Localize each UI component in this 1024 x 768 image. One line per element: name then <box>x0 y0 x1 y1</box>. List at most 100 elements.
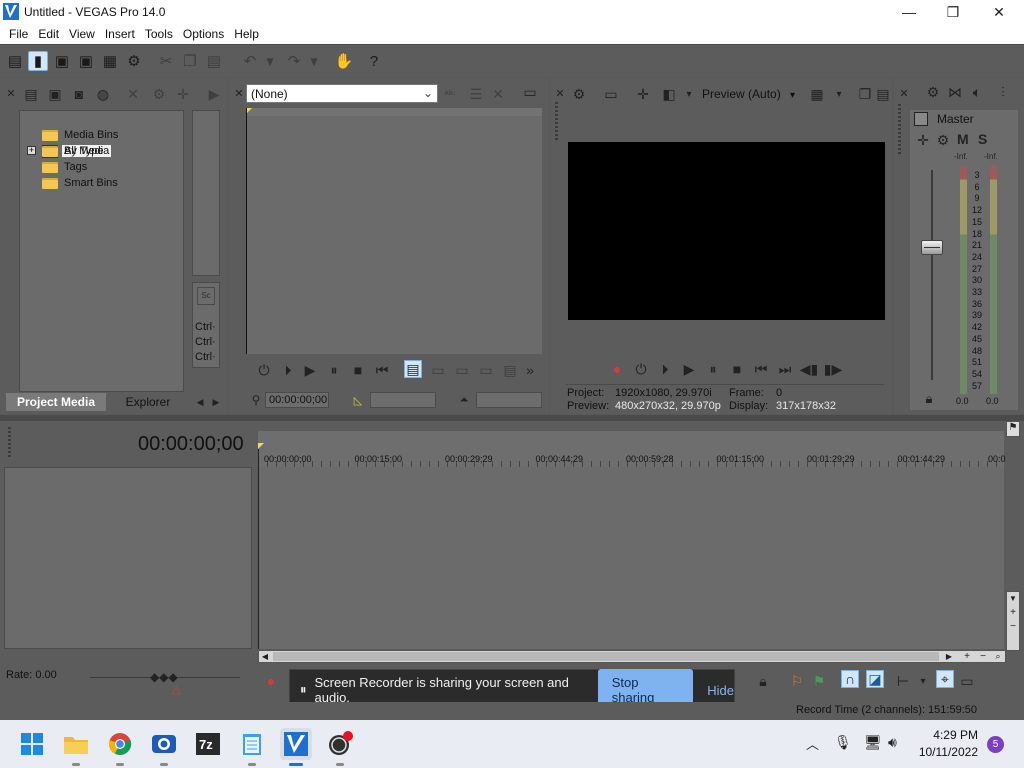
notepad-icon[interactable] <box>236 728 268 766</box>
copy-snapshot-icon[interactable]: ❐ <box>856 85 874 103</box>
tab-scroll-left-icon[interactable]: ◀ <box>194 393 206 411</box>
file-explorer-icon[interactable] <box>60 728 92 766</box>
list-icon[interactable]: ☰ <box>467 85 485 103</box>
media-generators-icon[interactable]: ✛ <box>174 85 192 103</box>
bus-settings-icon[interactable]: ⚙ <box>924 83 942 101</box>
clear-icon[interactable]: ✕ <box>489 85 507 103</box>
save-icon[interactable]: ▣ <box>52 51 72 71</box>
redo-icon[interactable]: ↷ <box>284 51 304 71</box>
more-icon[interactable]: » <box>521 361 539 379</box>
vertical-scrollbar[interactable]: ▼ + − <box>1006 591 1020 651</box>
next-frame-icon[interactable]: ▮▶ <box>824 360 842 378</box>
zoom-out-icon[interactable]: − <box>977 651 989 662</box>
loop-icon[interactable]: ⏻ <box>632 360 650 378</box>
trimmer-dropdown[interactable]: (None) ⌄ <box>246 84 438 103</box>
panel-close-icon[interactable]: ✕ <box>551 84 569 102</box>
trimmer-timecode[interactable]: 00:00:00;00 <box>265 392 329 408</box>
menu-edit[interactable]: Edit <box>33 27 64 41</box>
tab-scroll-right-icon[interactable]: ▶ <box>210 393 222 411</box>
tree-item-by-type[interactable]: By Type <box>42 143 104 159</box>
menu-help[interactable]: Help <box>229 27 264 41</box>
zoom-in-vertical-icon[interactable]: + <box>1007 606 1019 620</box>
stop-icon[interactable]: ■ <box>349 361 367 379</box>
expand-icon[interactable]: + <box>27 146 36 155</box>
clock-date[interactable]: 10/11/2022 <box>912 745 978 759</box>
tree-item-tags[interactable]: Tags <box>42 159 87 175</box>
web-media-icon[interactable]: ◍ <box>94 85 112 103</box>
camera-icon[interactable] <box>148 728 180 766</box>
import-media-icon[interactable]: ▤ <box>22 85 40 103</box>
in-point-field[interactable] <box>370 392 436 408</box>
menu-insert[interactable]: Insert <box>100 27 140 41</box>
save-as-icon[interactable]: ▣ <box>76 51 96 71</box>
region-icon[interactable]: ⚑ <box>810 672 828 690</box>
chevron-down-icon[interactable]: ▾ <box>914 672 932 690</box>
paste-icon[interactable]: ▤ <box>204 51 224 71</box>
stop-icon[interactable]: ■ <box>728 360 746 378</box>
horizontal-scrollbar[interactable]: ◀ ▶ + − ⌕ <box>258 650 1006 663</box>
panel-grip[interactable] <box>555 102 558 142</box>
tab-project-media[interactable]: Project Media <box>6 393 106 411</box>
undo-dropdown-icon[interactable]: ▾ <box>260 51 280 71</box>
edit-hand-icon[interactable]: ✋ <box>334 51 354 71</box>
volume-fader[interactable] <box>921 240 943 255</box>
maximize-button[interactable]: ❐ <box>930 0 976 24</box>
undo-icon[interactable]: ↶ <box>240 51 260 71</box>
previous-frame-icon[interactable]: ◀▮ <box>800 360 818 378</box>
scrollbar-thumb[interactable] <box>273 652 939 661</box>
remove-media-icon[interactable]: ✕ <box>124 85 142 103</box>
trimmer-options-icon[interactable]: ▭ <box>521 83 539 101</box>
external-monitor-icon[interactable]: ▭ <box>602 85 620 103</box>
go-to-start-icon[interactable]: ⏮ <box>752 360 770 378</box>
redo-dropdown-icon[interactable]: ▾ <box>304 51 324 71</box>
menu-view[interactable]: View <box>64 27 100 41</box>
menu-options[interactable]: Options <box>178 27 229 41</box>
overlays-icon[interactable]: ◧ <box>660 85 678 103</box>
insert-icon[interactable]: ▭ <box>429 361 447 379</box>
auto-crossfade-icon[interactable]: ◪ <box>866 670 884 688</box>
envelope-tool-icon[interactable]: ▭ <box>958 672 976 690</box>
panel-close-icon[interactable]: ✕ <box>2 84 20 102</box>
timeline-grip[interactable] <box>8 427 11 457</box>
menu-tools[interactable]: Tools <box>140 27 178 41</box>
pause-icon[interactable]: ⏸ <box>704 360 722 378</box>
pause-icon[interactable]: ⏸ <box>325 361 343 379</box>
play-media-icon[interactable]: ▶ <box>205 85 223 103</box>
notification-badge[interactable]: 5 <box>987 736 1004 753</box>
whats-this-help-icon[interactable]: ? <box>364 51 384 71</box>
zoom-tool-icon[interactable]: ⌕ <box>992 651 1004 662</box>
chrome-icon[interactable] <box>104 728 136 766</box>
tree-item-smart-bins[interactable]: Smart Bins <box>42 175 118 191</box>
play-icon[interactable]: ▶ <box>680 360 698 378</box>
play-from-start-icon[interactable]: ⏵ <box>279 361 297 379</box>
solo-button[interactable]: S <box>978 131 987 147</box>
chevron-down-icon[interactable]: ▾ <box>830 85 848 103</box>
record-icon[interactable]: ● <box>262 672 280 690</box>
close-button[interactable]: ✕ <box>976 0 1022 24</box>
loop-icon[interactable]: ⏻ <box>255 361 273 379</box>
7zip-icon[interactable]: 7z <box>192 728 224 760</box>
add-to-timeline-icon[interactable]: ▤ <box>404 360 422 378</box>
overwrite-icon[interactable]: ▭ <box>453 361 471 379</box>
ripple-edit-icon[interactable]: ⊢ <box>894 672 912 690</box>
new-project-icon[interactable]: ▤ <box>5 51 25 71</box>
volume-icon[interactable]: 🔊︎ <box>888 734 897 751</box>
tree-item-media-bins[interactable]: Media Bins <box>42 127 118 143</box>
mixer-icon[interactable]: ⫶ <box>994 83 1012 101</box>
vegas-icon[interactable] <box>280 728 312 766</box>
fit-icon[interactable]: ▭ <box>477 361 495 379</box>
bus-fx-icon[interactable] <box>914 112 928 126</box>
length-field[interactable] <box>476 392 542 408</box>
panel-close-icon[interactable]: ✕ <box>895 84 913 102</box>
scroll-right-icon[interactable]: ▶ <box>943 651 955 662</box>
rate-slider-handle[interactable]: ◆◆◆ <box>150 670 178 684</box>
split-screen-icon[interactable]: ✛ <box>634 85 652 103</box>
scroll-left-icon[interactable]: ◀ <box>259 651 271 662</box>
obs-icon[interactable] <box>324 728 356 766</box>
subclip-icon[interactable]: ▤ <box>501 361 519 379</box>
copy-icon[interactable]: ❐ <box>180 51 200 71</box>
clock-time[interactable]: 4:29 PM <box>918 728 978 742</box>
cut-icon[interactable]: ✂ <box>156 51 176 71</box>
chevron-up-icon[interactable]: ︿ <box>806 734 819 753</box>
open-project-icon[interactable]: ▮ <box>28 51 48 71</box>
